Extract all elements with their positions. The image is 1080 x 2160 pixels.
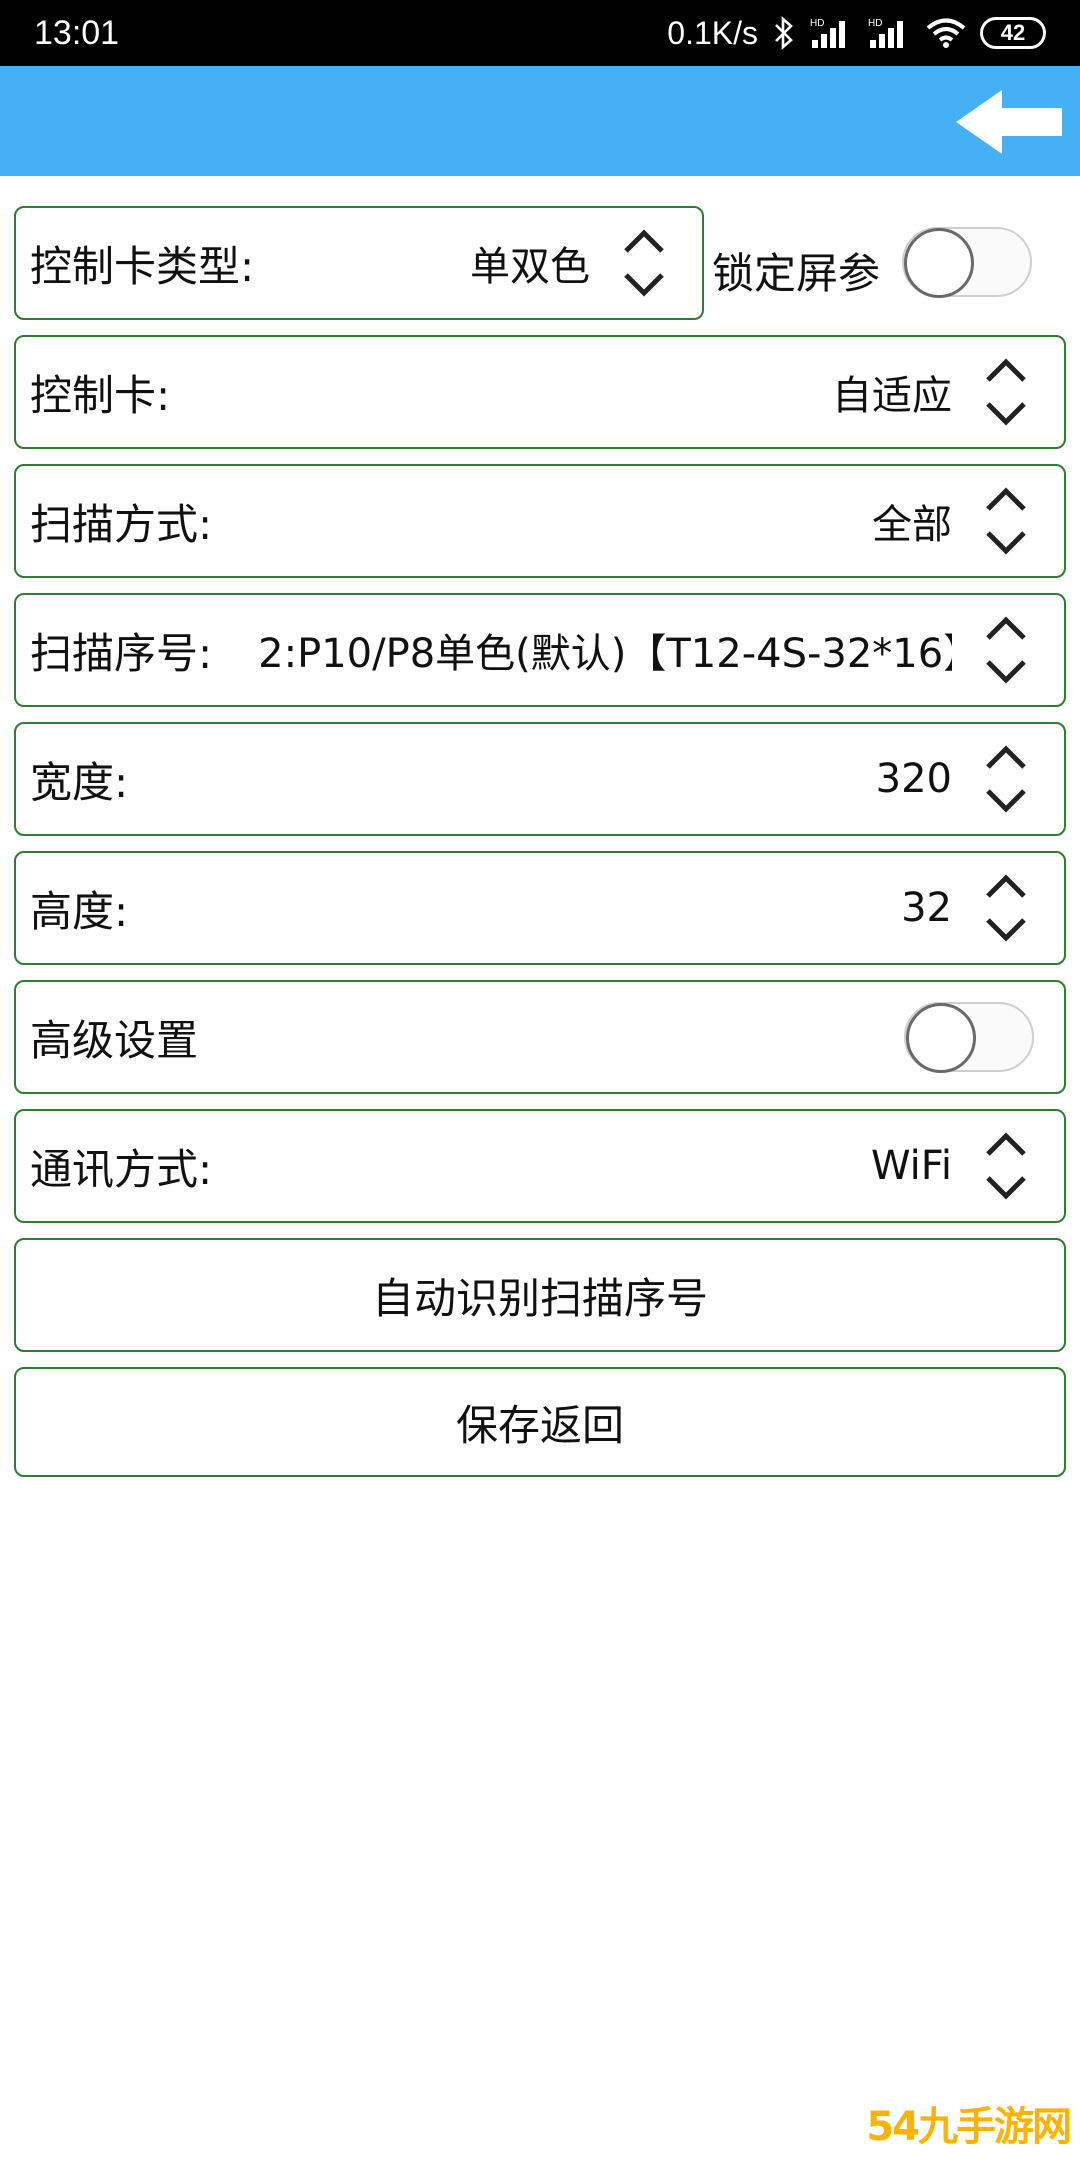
height-spinner[interactable]: 高度: 32: [14, 851, 1066, 965]
signal-icon-1: HD: [810, 16, 854, 50]
status-bar: 13:01 0.1K/s HD HD 42: [0, 0, 1080, 66]
signal-icon-2: HD: [868, 16, 912, 50]
advanced-settings-label: 高级设置: [30, 1015, 199, 1065]
height-label: 高度:: [30, 886, 129, 936]
toggle-knob: [906, 1003, 976, 1073]
scan-mode-label: 扫描方式:: [30, 499, 213, 549]
advanced-settings-row: 高级设置: [14, 980, 1066, 1094]
app-bar: [0, 66, 1080, 176]
toggle-knob: [904, 228, 974, 298]
card-type-label: 控制卡类型:: [30, 241, 255, 291]
status-time: 13:01: [34, 13, 120, 52]
width-value: 320: [875, 756, 952, 802]
bluetooth-icon: [772, 16, 796, 50]
scan-mode-value: 全部: [872, 502, 952, 548]
chevron-updown-icon: [986, 487, 1026, 555]
save-return-label: 保存返回: [455, 1400, 624, 1450]
scan-index-label: 扫描序号:: [30, 628, 213, 678]
save-return-button[interactable]: 保存返回: [14, 1367, 1066, 1477]
chevron-updown-icon: [986, 745, 1026, 813]
status-icons: 0.1K/s HD HD 42: [667, 15, 1046, 52]
width-label: 宽度:: [30, 757, 129, 807]
chevron-updown-icon: [986, 358, 1026, 426]
comm-mode-value: WiFi: [871, 1143, 952, 1189]
card-value: 自适应: [832, 373, 952, 419]
auto-detect-label: 自动识别扫描序号: [371, 1273, 708, 1323]
advanced-settings-toggle[interactable]: [904, 1002, 1034, 1073]
card-type-spinner[interactable]: 控制卡类型: 单双色: [14, 206, 704, 320]
back-arrow-icon: [956, 90, 1062, 154]
scan-index-spinner[interactable]: 扫描序号: 2:P10/P8单色(默认)【T12-4S-32*16】: [14, 593, 1066, 707]
scan-index-value: 2:P10/P8单色(默认)【T12-4S-32*16】: [258, 631, 952, 677]
comm-mode-spinner[interactable]: 通讯方式: WiFi: [14, 1109, 1066, 1223]
card-label: 控制卡:: [30, 370, 171, 420]
auto-detect-button[interactable]: 自动识别扫描序号: [14, 1238, 1066, 1352]
back-button[interactable]: [956, 90, 1066, 154]
chevron-updown-icon: [986, 874, 1026, 942]
wifi-icon: [926, 17, 966, 49]
svg-text:HD: HD: [868, 18, 882, 29]
width-spinner[interactable]: 宽度: 320: [14, 722, 1066, 836]
scan-mode-spinner[interactable]: 扫描方式: 全部: [14, 464, 1066, 578]
card-type-value: 单双色: [470, 244, 590, 290]
chevron-updown-icon: [986, 616, 1026, 684]
lock-screen-label: 锁定屏参: [712, 249, 881, 298]
lock-screen-toggle[interactable]: [902, 227, 1032, 298]
net-speed: 0.1K/s: [667, 14, 758, 51]
battery-icon: 42: [980, 17, 1046, 49]
chevron-updown-icon: [624, 229, 664, 297]
chevron-updown-icon: [986, 1132, 1026, 1200]
height-value: 32: [901, 885, 952, 931]
comm-mode-label: 通讯方式:: [30, 1144, 213, 1194]
card-spinner[interactable]: 控制卡: 自适应: [14, 335, 1066, 449]
watermark-logo: 54九手游网: [866, 2104, 1072, 2150]
svg-text:HD: HD: [810, 18, 824, 29]
